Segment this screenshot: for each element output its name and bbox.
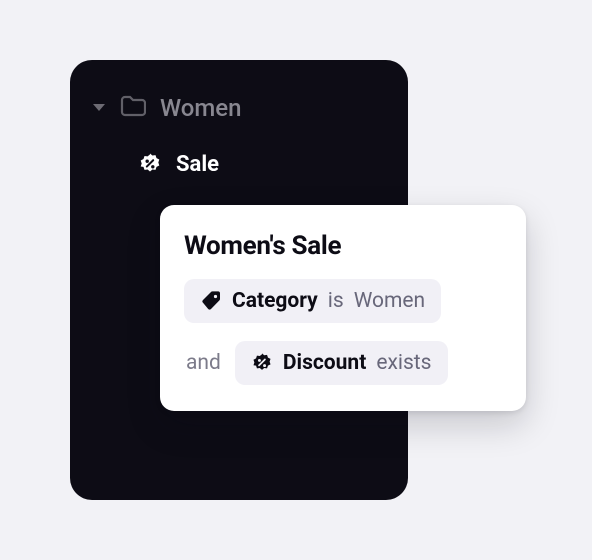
rule-popup: Women's Sale Category is Women and Disco… bbox=[160, 205, 526, 411]
folder-icon bbox=[120, 95, 146, 121]
tree-item-women[interactable]: Women bbox=[92, 86, 386, 130]
rule-value: Women bbox=[354, 289, 425, 313]
rule-chip-category[interactable]: Category is Women bbox=[184, 279, 441, 323]
rule-row-discount: and Discount exists bbox=[184, 341, 502, 385]
tag-icon bbox=[200, 290, 222, 312]
tree-item-sale[interactable]: Sale bbox=[92, 142, 386, 186]
rule-chip-discount[interactable]: Discount exists bbox=[235, 341, 448, 385]
rule-conjunction: and bbox=[184, 351, 221, 375]
tree-item-label: Sale bbox=[176, 152, 219, 177]
rule-op: is bbox=[328, 289, 344, 313]
rule-field: Category bbox=[232, 289, 318, 313]
popup-title: Women's Sale bbox=[184, 231, 502, 261]
chevron-down-icon bbox=[92, 101, 106, 115]
rule-op: exists bbox=[376, 351, 431, 375]
discount-badge-icon bbox=[138, 152, 162, 176]
discount-badge-icon bbox=[251, 352, 273, 374]
rule-row-category: Category is Women bbox=[184, 279, 502, 323]
rule-field: Discount bbox=[283, 351, 366, 375]
tree-item-label: Women bbox=[160, 94, 242, 122]
